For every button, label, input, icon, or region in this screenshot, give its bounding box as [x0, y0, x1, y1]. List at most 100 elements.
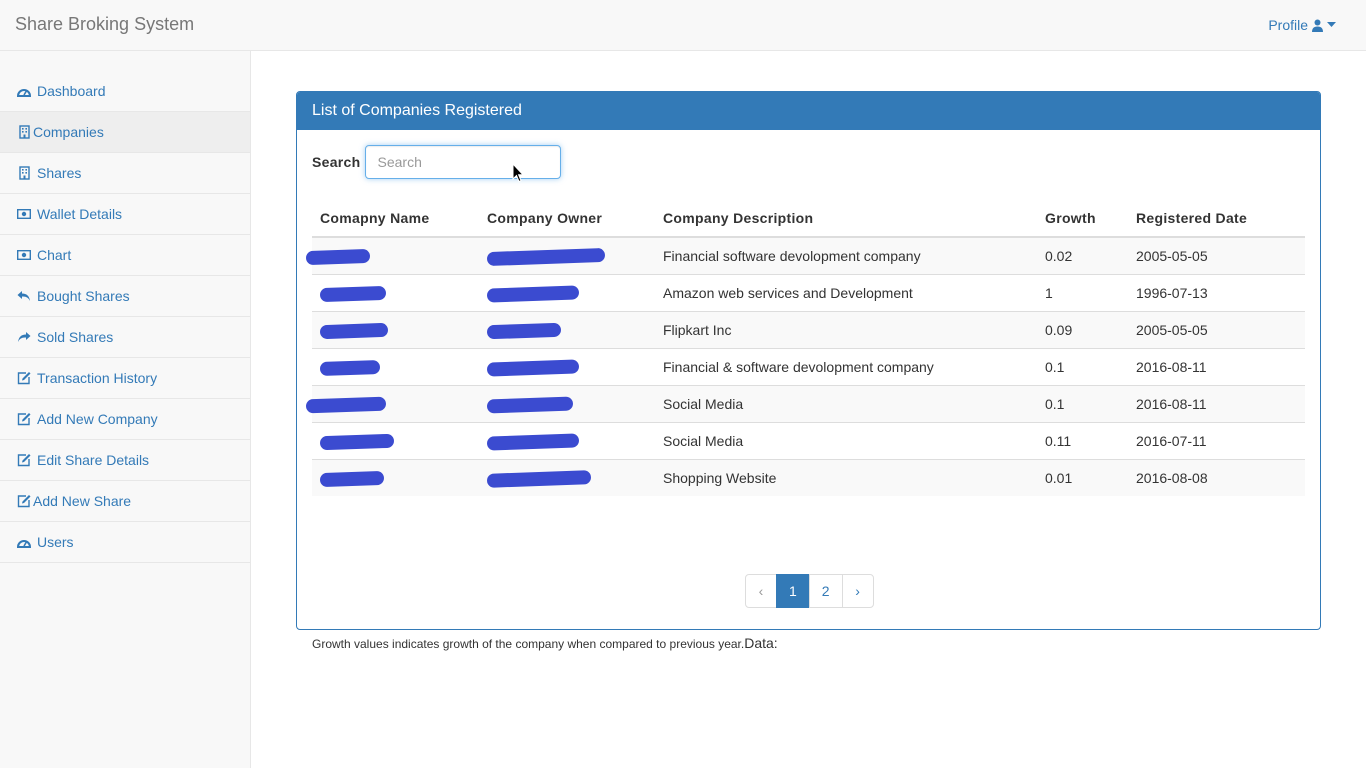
sidebar-item-label: Chart: [37, 247, 72, 263]
redaction-mark: [486, 247, 606, 266]
sidebar-item-add-new-company[interactable]: Add New Company: [0, 399, 250, 440]
redaction-mark: [319, 322, 389, 339]
growth-cell: 0.02: [1037, 236, 1128, 274]
table-row[interactable]: Amazon web services and Development 1 19…: [312, 273, 1305, 311]
company-name-cell: [305, 384, 479, 422]
dashboard-icon: [17, 535, 31, 549]
sidebar-item-dashboard[interactable]: Dashboard: [0, 71, 250, 112]
sidebar-item-label: Add New Company: [37, 411, 158, 427]
company-name-cell: [305, 236, 479, 274]
redaction-mark: [305, 248, 371, 266]
dashboard-icon: [17, 84, 31, 98]
growth-cell: 0.1: [1037, 384, 1128, 422]
reply-icon: [17, 289, 31, 303]
company-owner-cell: [479, 236, 655, 274]
table-header-row: Comapny Name Company Owner Company Descr…: [312, 200, 1305, 238]
registered-date-cell: 2005-05-05: [1128, 236, 1305, 274]
edit-icon: [17, 412, 31, 426]
page-2-button[interactable]: 2: [808, 574, 843, 608]
redaction-mark: [305, 396, 387, 414]
redaction-mark: [486, 285, 580, 303]
table-row[interactable]: Social Media 0.1 2016-08-11: [305, 384, 1305, 422]
caret-down-icon: [1327, 22, 1336, 28]
sidebar-item-label: Transaction History: [37, 370, 158, 386]
sidebar-item-label: Wallet Details: [37, 206, 123, 222]
sidebar-item-users[interactable]: Users: [0, 522, 250, 563]
table-row[interactable]: Financial software devolopment company 0…: [305, 236, 1305, 274]
company-description-cell: Social Media: [655, 384, 1037, 422]
company-name-cell: [312, 421, 479, 459]
company-owner-cell: [479, 310, 655, 348]
registered-date-cell: 2016-07-11: [1128, 421, 1305, 459]
redaction-mark: [319, 433, 395, 450]
brand-title[interactable]: Share Broking System: [15, 14, 194, 35]
edit-icon: [17, 494, 31, 508]
company-name-cell: [312, 458, 479, 496]
company-owner-cell: [479, 421, 655, 459]
panel-title: List of Companies Registered: [297, 92, 1320, 130]
companies-panel: List of Companies Registered Search Coma…: [296, 91, 1321, 651]
sidebar-item-edit-share-details[interactable]: Edit Share Details: [0, 440, 250, 481]
data-label: Data:: [744, 635, 778, 651]
sidebar-item-label: Dashboard: [37, 83, 106, 99]
sidebar-item-label: Add New Share: [33, 493, 132, 509]
company-name-cell: [312, 273, 479, 311]
company-owner-cell: [479, 347, 655, 385]
sidebar-item-add-new-share[interactable]: Add New Share: [0, 481, 250, 522]
building-icon: [17, 125, 31, 139]
company-description-cell: Financial & software devolopment company: [655, 347, 1037, 385]
companies-table: Comapny Name Company Owner Company Descr…: [305, 200, 1305, 496]
growth-cell: 0.09: [1037, 310, 1128, 348]
column-header-company-name[interactable]: Comapny Name: [312, 200, 479, 238]
edit-icon: [17, 453, 31, 467]
table-row[interactable]: Financial & software devolopment company…: [312, 347, 1305, 385]
panel-body: Search Comapny Name Company Owner Compan…: [297, 130, 1320, 651]
edit-icon: [17, 371, 31, 385]
growth-cell: 0.01: [1037, 458, 1128, 496]
next-page-button[interactable]: ›: [841, 574, 874, 608]
company-name-cell: [312, 347, 479, 385]
table-row[interactable]: Flipkart Inc 0.09 2005-05-05: [312, 310, 1305, 348]
growth-cell: 1: [1037, 273, 1128, 311]
company-description-cell: Social Media: [655, 421, 1037, 459]
growth-cell: 0.11: [1037, 421, 1128, 459]
top-navbar: Share Broking System Profile: [0, 0, 1366, 51]
sidebar-item-label: Sold Shares: [37, 329, 114, 345]
company-description-cell: Flipkart Inc: [655, 310, 1037, 348]
growth-cell: 0.1: [1037, 347, 1128, 385]
redaction-mark: [486, 322, 562, 339]
sidebar-item-label: Edit Share Details: [37, 452, 150, 468]
sidebar-item-bought-shares[interactable]: Bought Shares: [0, 276, 250, 317]
column-header-company-owner[interactable]: Company Owner: [479, 200, 655, 238]
sidebar-item-sold-shares[interactable]: Sold Shares: [0, 317, 250, 358]
page-1-button[interactable]: 1: [776, 574, 810, 608]
column-header-company-description[interactable]: Company Description: [655, 200, 1037, 238]
sidebar-item-transaction-history[interactable]: Transaction History: [0, 358, 250, 399]
footnote-text: Growth values indicates growth of the co…: [312, 637, 745, 651]
column-header-growth[interactable]: Growth: [1037, 200, 1128, 238]
registered-date-cell: 2016-08-11: [1128, 384, 1305, 422]
mouse-cursor-icon: [512, 163, 524, 183]
company-name-cell: [312, 310, 479, 348]
registered-date-cell: 2016-08-08: [1128, 458, 1305, 496]
search-input[interactable]: [364, 145, 561, 179]
redaction-mark: [486, 470, 592, 488]
previous-page-button[interactable]: ‹: [745, 574, 777, 608]
redaction-mark: [486, 433, 580, 451]
money-icon: [17, 207, 31, 221]
profile-menu-button[interactable]: Profile: [1268, 17, 1336, 33]
sidebar-item-companies[interactable]: Companies: [0, 112, 250, 153]
registered-date-cell: 2005-05-05: [1128, 310, 1305, 348]
sidebar-item-chart[interactable]: Chart: [0, 235, 250, 276]
company-description-cell: Financial software devolopment company: [655, 236, 1037, 274]
registered-date-cell: 1996-07-13: [1128, 273, 1305, 311]
user-icon: [1312, 19, 1323, 32]
table-row[interactable]: Social Media 0.11 2016-07-11: [312, 421, 1305, 459]
redaction-mark: [319, 359, 381, 376]
sidebar-item-wallet-details[interactable]: Wallet Details: [0, 194, 250, 235]
column-header-registered-date[interactable]: Registered Date: [1128, 200, 1305, 238]
growth-footnote: Growth values indicates growth of the co…: [312, 635, 778, 651]
pagination: ‹ 1 2 ›: [745, 574, 874, 608]
sidebar-item-shares[interactable]: Shares: [0, 153, 250, 194]
table-row[interactable]: Shopping Website 0.01 2016-08-08: [312, 458, 1305, 496]
